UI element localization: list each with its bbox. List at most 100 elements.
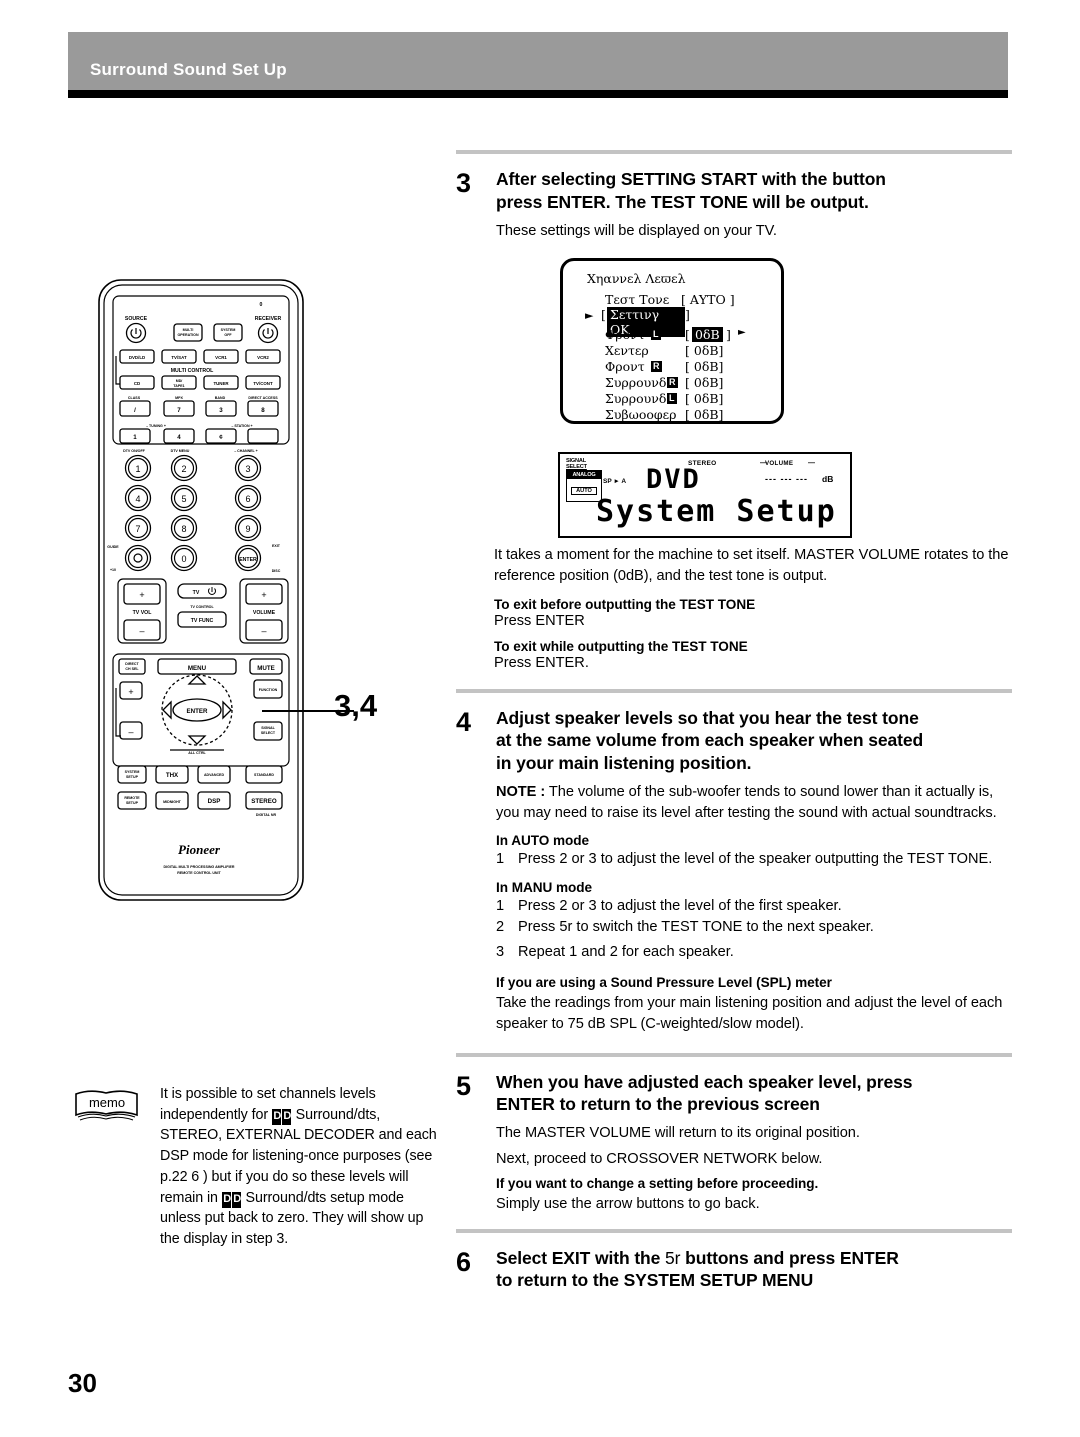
svg-text:MIDNIGHT: MIDNIGHT (163, 800, 182, 804)
svg-text:BAND: BAND (215, 396, 226, 400)
svg-text:TV CONTROL: TV CONTROL (190, 605, 214, 609)
svg-text:DISC: DISC (272, 569, 281, 573)
svg-text:TUNER: TUNER (213, 381, 229, 386)
svg-text:+10: +10 (110, 568, 116, 572)
svg-text:CH SEL: CH SEL (125, 667, 139, 671)
step-heading-line2: ENTER to return to the previous screen (496, 1094, 820, 1115)
svg-text:STANDARD: STANDARD (254, 773, 274, 777)
step5-line1: The MASTER VOLUME will return to its ori… (496, 1125, 860, 1142)
section-divider (456, 150, 1012, 154)
memo-callout: memo It is possible to set channels leve… (74, 1084, 446, 1250)
svg-text:+: + (261, 590, 266, 600)
list-item-number: 1 (496, 898, 505, 915)
svg-text:9: 9 (245, 524, 250, 534)
svg-text:MUTE: MUTE (257, 665, 275, 672)
svg-text:MULTI CONTROL: MULTI CONTROL (171, 368, 214, 374)
svg-text:SIGNAL: SIGNAL (261, 726, 275, 730)
step-heading-line1: Select EXIT with the 5r buttons and pres… (496, 1247, 899, 1268)
step-heading-line1: When you have adjusted each speaker leve… (496, 1071, 913, 1092)
svg-text:MULTI: MULTI (183, 328, 194, 332)
svg-text:1: 1 (135, 464, 140, 474)
svg-text:4: 4 (135, 494, 140, 504)
svg-text:– TUNING +: – TUNING + (146, 424, 166, 428)
auto-mode-list: 1 Press 2 or 3 to adjust the level of th… (496, 849, 1012, 870)
list-item: 1 Press 2 or 3 to adjust the level of th… (496, 896, 1012, 917)
note-text: The volume of the sub-woofer tends to so… (496, 783, 997, 821)
svg-text:1: 1 (133, 434, 137, 441)
svg-text:TV/SAT: TV/SAT (171, 355, 187, 360)
svg-text:¢: ¢ (219, 434, 223, 441)
svg-text:DIGITAL MULTI PROCESSING AMPLI: DIGITAL MULTI PROCESSING AMPLIFIER (164, 865, 235, 869)
change-setting-text: Simply use the arrow buttons to go back. (496, 1195, 760, 1212)
svg-text:Pioneer: Pioneer (178, 842, 221, 857)
svg-text:VCR1: VCR1 (215, 355, 227, 360)
svg-text:ENTER: ENTER (239, 557, 257, 563)
svg-text:STEREO: STEREO (251, 798, 277, 805)
svg-text:– STATION +: – STATION + (231, 424, 252, 428)
svg-text:VCR2: VCR2 (257, 355, 269, 360)
svg-text:VOLUME: VOLUME (253, 610, 276, 616)
exit-while-text: Press ENTER. (494, 654, 589, 671)
svg-text:DTV MENU: DTV MENU (171, 449, 190, 453)
svg-text:8: 8 (261, 407, 265, 414)
svg-text:2: 2 (181, 464, 186, 474)
svg-text:–: – (139, 626, 144, 636)
step-6: 6 Select EXIT with the 5r buttons and pr… (456, 1247, 1012, 1293)
svg-text:RECEIVER: RECEIVER (255, 316, 282, 322)
svg-text:EXIT: EXIT (272, 544, 281, 548)
svg-text:DVD/LD: DVD/LD (129, 355, 145, 360)
svg-text:– CHANNEL +: – CHANNEL + (234, 449, 258, 453)
svg-text:CLASS: CLASS (128, 396, 141, 400)
step-4: 4 Adjust speaker levels so that you hear… (456, 707, 1012, 1035)
svg-text:CD: CD (134, 381, 140, 386)
svg-text:DIRECT ACCESS: DIRECT ACCESS (248, 396, 278, 400)
svg-text:MPX: MPX (175, 396, 183, 400)
auto-mode-heading: In AUTO mode (496, 833, 590, 849)
svg-text:0: 0 (181, 554, 186, 564)
remote-control-illustration: .ol { fill:none; stroke:#000; stroke-wid… (96, 276, 316, 911)
svg-text:DTV ON/OFF: DTV ON/OFF (123, 449, 146, 453)
svg-text:7: 7 (177, 407, 181, 414)
step5-line2: Next, proceed to CROSSOVER NETWORK below… (496, 1150, 823, 1167)
memo-book-icon: memo (74, 1088, 140, 1122)
list-item-number: 2 (496, 918, 505, 935)
page-number: 30 (68, 1368, 97, 1398)
exit-while-heading: To exit while outputting the TEST TONE (494, 638, 748, 654)
svg-text:ADVANCED: ADVANCED (204, 773, 225, 777)
svg-text:+: + (139, 590, 144, 600)
section-divider (456, 1228, 1012, 1233)
step-heading-line1: Adjust speaker levels so that you hear t… (496, 707, 919, 728)
svg-text:4: 4 (177, 434, 181, 441)
svg-text:OPERATION: OPERATION (177, 333, 199, 337)
svg-text:THX: THX (166, 772, 179, 779)
dolby-digital-icon: DD (272, 1108, 292, 1125)
step-number: 6 (456, 1246, 472, 1277)
svg-text:7: 7 (135, 524, 140, 534)
svg-text:/: / (134, 407, 136, 414)
step-heading-line3: in your main listening position. (496, 753, 752, 774)
svg-text:memo: memo (89, 1095, 125, 1110)
svg-text:ENTER: ENTER (187, 708, 209, 715)
note-label: NOTE : (496, 783, 546, 800)
svg-text:+: + (128, 687, 133, 697)
svg-text:TV: TV (193, 590, 200, 596)
svg-text:FUNCTION: FUNCTION (259, 688, 278, 692)
list-item-text: Press 5r to switch the TEST TONE to the … (518, 918, 874, 935)
svg-text:TV VOL: TV VOL (133, 610, 153, 616)
svg-text:6: 6 (245, 494, 250, 504)
step-3: 3 After selecting SETTING START with the… (456, 168, 1012, 241)
step4-note: NOTE : The volume of the sub-woofer tend… (496, 782, 1012, 823)
exit-before-text: Press ENTER (494, 612, 585, 629)
list-item: 2 Press 5r to switch the TEST TONE to th… (496, 917, 1012, 938)
step-heading-line2: at the same volume from each speaker whe… (496, 730, 924, 751)
list-item-number: 3 (496, 943, 505, 960)
svg-text:SYSTEM: SYSTEM (125, 770, 140, 774)
svg-text:ALL CTRL: ALL CTRL (188, 751, 206, 755)
svg-text:SELECT: SELECT (261, 731, 276, 735)
svg-text:MD/: MD/ (176, 379, 183, 383)
change-setting-heading: If you want to change a setting before p… (496, 1175, 819, 1191)
svg-text:–: – (261, 626, 266, 636)
svg-text:TAPE1: TAPE1 (173, 384, 184, 388)
list-item-text: Press 2 or 3 to adjust the level of the … (518, 851, 993, 868)
header-rule (68, 90, 1008, 98)
